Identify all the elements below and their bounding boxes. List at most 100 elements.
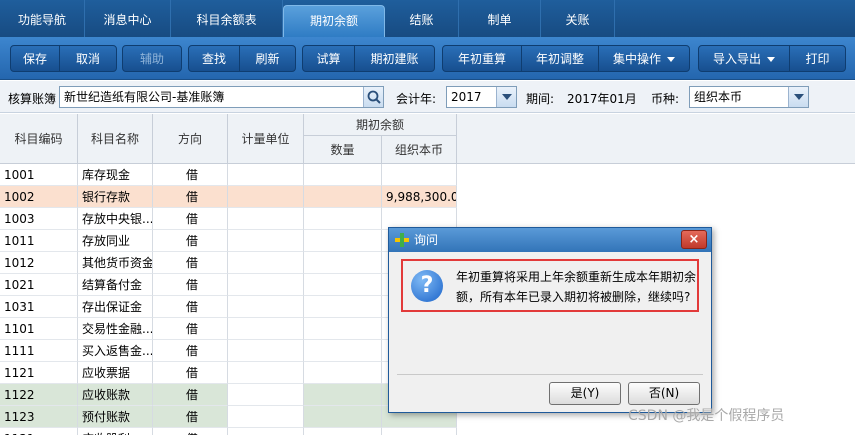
tab-messages[interactable]: 消息中心 <box>85 0 171 37</box>
cell-code[interactable]: 1031 <box>0 296 78 318</box>
cell-name[interactable]: 存放同业 <box>78 230 153 252</box>
cell-dir[interactable]: 借 <box>153 340 228 362</box>
cell-unit[interactable] <box>228 428 304 435</box>
cell-name[interactable]: 存出保证金 <box>78 296 153 318</box>
cell-code[interactable]: 1123 <box>0 406 78 428</box>
no-button[interactable]: 否(N) <box>628 382 700 405</box>
cell-qty[interactable] <box>304 384 382 406</box>
cell-amount[interactable]: 9,988,300.00 <box>382 186 457 208</box>
cell-code[interactable]: 1001 <box>0 164 78 186</box>
trial-balance-button[interactable]: 试算 <box>302 45 355 72</box>
batch-ops-button[interactable]: 集中操作 <box>598 45 690 72</box>
assist-button[interactable]: 辅助 <box>122 45 182 72</box>
cancel-button[interactable]: 取消 <box>59 45 117 72</box>
cell-dir[interactable]: 借 <box>153 230 228 252</box>
print-button[interactable]: 打印 <box>789 45 846 72</box>
year-dropdown-button[interactable] <box>496 87 516 107</box>
cell-name[interactable]: 交易性金融... <box>78 318 153 340</box>
close-button[interactable]: × <box>681 230 707 249</box>
cell-name[interactable]: 银行存款 <box>78 186 153 208</box>
cell-qty[interactable] <box>304 406 382 428</box>
col-header-amount[interactable]: 组织本币 <box>382 136 457 164</box>
cell-dir[interactable]: 借 <box>153 252 228 274</box>
cell-qty[interactable] <box>304 208 382 230</box>
import-export-button[interactable]: 导入导出 <box>698 45 790 72</box>
cell-name[interactable]: 预付账款 <box>78 406 153 428</box>
cell-code[interactable]: 1101 <box>0 318 78 340</box>
cell-code[interactable]: 1011 <box>0 230 78 252</box>
cell-name[interactable]: 应收股利 <box>78 428 153 435</box>
col-header-direction[interactable]: 方向 <box>153 114 228 164</box>
year-adjust-button[interactable]: 年初调整 <box>521 45 599 72</box>
cell-dir[interactable]: 借 <box>153 362 228 384</box>
cell-dir[interactable]: 借 <box>153 296 228 318</box>
cell-qty[interactable] <box>304 428 382 435</box>
cell-dir[interactable]: 借 <box>153 406 228 428</box>
refresh-button[interactable]: 刷新 <box>239 45 296 72</box>
cell-dir[interactable]: 借 <box>153 164 228 186</box>
cell-name[interactable]: 其他货币资金 <box>78 252 153 274</box>
cell-name[interactable]: 结算备付金 <box>78 274 153 296</box>
cell-unit[interactable] <box>228 186 304 208</box>
cell-name[interactable]: 应收账款 <box>78 384 153 406</box>
tab-navigation[interactable]: 功能导航 <box>0 0 85 37</box>
cell-unit[interactable] <box>228 384 304 406</box>
cell-dir[interactable]: 借 <box>153 274 228 296</box>
yes-button[interactable]: 是(Y) <box>549 382 621 405</box>
year-select[interactable]: 2017 <box>446 86 517 108</box>
cell-unit[interactable] <box>228 208 304 230</box>
currency-select[interactable]: 组织本币 <box>689 86 809 108</box>
cell-qty[interactable] <box>304 340 382 362</box>
cell-code[interactable]: 1003 <box>0 208 78 230</box>
cell-code[interactable]: 1121 <box>0 362 78 384</box>
cell-name[interactable]: 库存现金 <box>78 164 153 186</box>
cell-qty[interactable] <box>304 252 382 274</box>
ledger-search-button[interactable] <box>363 87 383 107</box>
cell-dir[interactable]: 借 <box>153 428 228 435</box>
cell-unit[interactable] <box>228 274 304 296</box>
tab-closing[interactable]: 结账 <box>385 0 459 37</box>
cell-unit[interactable] <box>228 406 304 428</box>
tab-voucher[interactable]: 制单 <box>459 0 541 37</box>
cell-amount[interactable] <box>382 428 457 435</box>
save-button[interactable]: 保存 <box>10 45 60 72</box>
cell-qty[interactable] <box>304 296 382 318</box>
cell-qty[interactable] <box>304 164 382 186</box>
tab-close-account[interactable]: 关账 <box>541 0 615 37</box>
cell-amount[interactable] <box>382 164 457 186</box>
col-header-unit[interactable]: 计量单位 <box>228 114 304 164</box>
col-header-qty[interactable]: 数量 <box>304 136 382 164</box>
cell-unit[interactable] <box>228 164 304 186</box>
find-button[interactable]: 查找 <box>188 45 240 72</box>
cell-qty[interactable] <box>304 318 382 340</box>
cell-code[interactable]: 1021 <box>0 274 78 296</box>
tab-subject-balance[interactable]: 科目余额表 <box>171 0 283 37</box>
cell-unit[interactable] <box>228 318 304 340</box>
cell-unit[interactable] <box>228 296 304 318</box>
cell-dir[interactable]: 借 <box>153 186 228 208</box>
tab-opening-balance[interactable]: 期初余额 <box>283 5 385 37</box>
cell-qty[interactable] <box>304 274 382 296</box>
cell-unit[interactable] <box>228 230 304 252</box>
cell-code[interactable]: 1122 <box>0 384 78 406</box>
col-header-code[interactable]: 科目编码 <box>0 114 78 164</box>
cell-dir[interactable]: 借 <box>153 208 228 230</box>
cell-unit[interactable] <box>228 340 304 362</box>
cell-code[interactable]: 1131 <box>0 428 78 435</box>
cell-code[interactable]: 1012 <box>0 252 78 274</box>
year-recalc-button[interactable]: 年初重算 <box>442 45 522 72</box>
cell-name[interactable]: 存放中央银... <box>78 208 153 230</box>
cell-qty[interactable] <box>304 186 382 208</box>
cell-qty[interactable] <box>304 362 382 384</box>
col-header-name[interactable]: 科目名称 <box>78 114 153 164</box>
dialog-titlebar[interactable]: 询问 × <box>389 228 711 252</box>
cell-dir[interactable]: 借 <box>153 384 228 406</box>
ledger-input[interactable]: 新世纪造纸有限公司-基准账簿 <box>59 86 384 108</box>
currency-dropdown-button[interactable] <box>788 87 808 107</box>
cell-qty[interactable] <box>304 230 382 252</box>
cell-code[interactable]: 1002 <box>0 186 78 208</box>
cell-name[interactable]: 应收票据 <box>78 362 153 384</box>
cell-dir[interactable]: 借 <box>153 318 228 340</box>
cell-unit[interactable] <box>228 252 304 274</box>
cell-unit[interactable] <box>228 362 304 384</box>
